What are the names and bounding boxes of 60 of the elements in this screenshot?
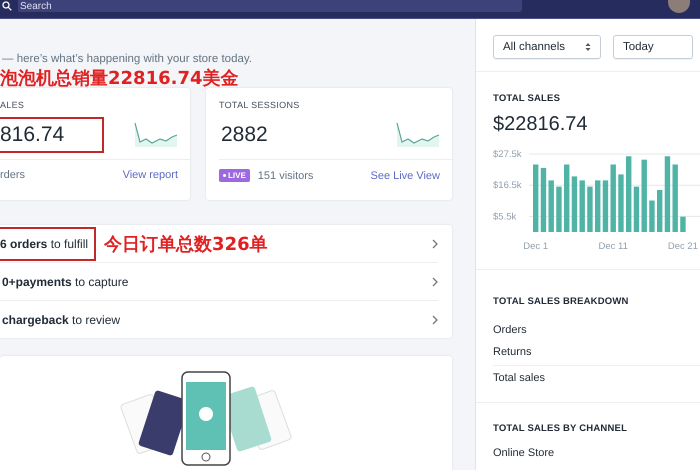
metric-label: TOTAL SESSIONS	[219, 100, 301, 112]
section-title: TOTAL SALES	[493, 93, 562, 104]
section-title: TOTAL SALES BREAKDOWN	[493, 296, 630, 307]
chart-bar	[540, 168, 546, 232]
chart-bar	[618, 174, 624, 232]
live-badge: LIVE	[219, 169, 250, 182]
task-row[interactable]: 6 orders to fulfill 今日订单总数326单	[0, 225, 438, 263]
chart-bar	[634, 186, 640, 232]
sparkline-drawing	[134, 122, 178, 148]
date-select[interactable]: Today	[613, 35, 693, 59]
section-title: TOTAL SALES BY CHANNEL	[493, 423, 628, 434]
sparkline-drawing	[396, 122, 440, 148]
search-icon	[2, 1, 12, 11]
search-field[interactable]: Search	[18, 0, 522, 12]
chart-bar	[672, 164, 678, 232]
breakdown-label: Total sales	[493, 365, 700, 388]
metric-value: 816.74	[0, 117, 104, 153]
chart-bar	[595, 180, 600, 232]
axis-tick-label: Dec 1	[523, 241, 548, 252]
greeting-text: — here’s what’s happening with your store today.	[1, 53, 253, 65]
footer-text: 151 visitors	[258, 170, 314, 182]
metric-value: 2882	[220, 122, 269, 148]
chart-bar	[657, 190, 662, 232]
chart-bar	[572, 176, 578, 232]
chart-bar	[556, 186, 562, 232]
axis-tick-label: Dec 21	[668, 241, 698, 252]
chevron-right-icon	[432, 276, 438, 286]
chevron-right-icon	[432, 314, 438, 324]
metric-label: ALES	[0, 100, 26, 112]
annotation-text: 泡泡机总销量22816.74美金	[0, 70, 240, 88]
total-sales-value: $22816.74	[493, 113, 589, 136]
report-link[interactable]: See Live View	[370, 170, 440, 182]
chart-bar	[533, 164, 538, 232]
axis-tick-label: $5.5k	[493, 211, 516, 222]
task-row[interactable]: chargeback to review	[0, 301, 438, 338]
chart-bar	[680, 216, 686, 232]
chart-bar	[602, 180, 608, 232]
chart-bar	[548, 180, 554, 232]
channel-select[interactable]: All channels	[493, 35, 601, 59]
chart-bar	[610, 164, 616, 232]
chart-bar	[587, 186, 593, 232]
task-text: 6 orders to fulfill	[0, 226, 96, 260]
axis-tick-label: Dec 11	[598, 241, 628, 252]
task-row[interactable]: 0+payments to capture	[0, 263, 438, 301]
breakdown-label: Returns	[493, 345, 533, 360]
chart-bar	[649, 200, 655, 232]
breakdown-label: Online Store	[493, 446, 556, 461]
footer-text: rders	[0, 169, 26, 181]
sort-arrows-icon	[585, 42, 591, 52]
chart-bar	[580, 180, 585, 232]
breakdown-label: Orders	[493, 323, 528, 338]
annotation-text: 今日订单总数326单	[104, 232, 268, 256]
report-link[interactable]: View report	[122, 169, 178, 181]
avatar[interactable]	[668, 0, 690, 13]
chevron-right-icon	[432, 238, 438, 248]
task-text: 0+payments to capture	[1, 274, 130, 290]
task-text: chargeback to review	[1, 312, 122, 328]
chart-bar	[564, 164, 570, 232]
axis-tick-label: $27.5k	[493, 149, 522, 160]
axis-tick-label: $16.5k	[493, 180, 522, 192]
